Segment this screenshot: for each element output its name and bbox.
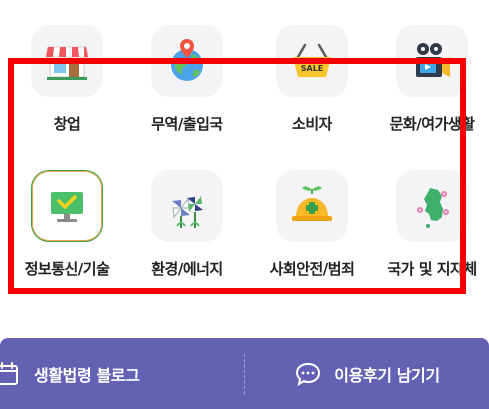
pinwheel-icon (172, 196, 203, 228)
category-environment-energy[interactable]: 환경/에너지 (117, 170, 257, 320)
storefront-icon (45, 46, 89, 80)
sale-basket-icon: SALE (293, 43, 331, 77)
category-tile[interactable] (151, 25, 223, 97)
film-camera-icon (416, 43, 450, 77)
category-culture-leisure[interactable]: 문화/여가생활 (362, 25, 489, 175)
category-state-local-gov[interactable]: 국가 및 지자체 (362, 170, 489, 320)
category-tile[interactable] (276, 170, 348, 242)
chat-bubble-icon (296, 362, 321, 386)
category-consumer[interactable]: SALE 소비자 (242, 25, 382, 175)
category-label: 환경/에너지 (151, 260, 223, 278)
safety-helmet-icon (292, 186, 332, 221)
monitor-check-icon (51, 192, 83, 222)
category-tile[interactable]: SALE (276, 25, 348, 97)
review-label: 이용후기 남기기 (334, 365, 440, 385)
category-trade-immigration[interactable]: 무역/출입국 (117, 25, 257, 175)
category-tile[interactable] (396, 25, 468, 97)
category-label: 국가 및 지자체 (387, 260, 477, 278)
category-tile[interactable] (151, 170, 223, 242)
category-label: 소비자 (292, 115, 332, 133)
category-tile[interactable] (396, 170, 468, 242)
calendar-icon (0, 361, 18, 385)
category-tile[interactable] (31, 25, 103, 97)
category-label: 정보통신/기술 (24, 260, 110, 278)
category-screen: 창업 무역/출입국 SALE 소비자 문화/여가생활 정보통신/기술 환경/에너… (0, 0, 489, 409)
bottom-action-bar: 생활법령 블로그 이용후기 남기기 (0, 338, 489, 409)
globe-pin-icon (171, 39, 203, 81)
sale-text: SALE (301, 64, 324, 73)
korea-map-icon (417, 188, 449, 228)
category-label: 무역/출입국 (151, 115, 223, 133)
blog-button[interactable]: 생활법령 블로그 (0, 338, 244, 409)
category-tile[interactable] (31, 170, 103, 242)
blog-label: 생활법령 블로그 (34, 365, 140, 385)
category-safety-crime[interactable]: 사회안전/범죄 (242, 170, 382, 320)
category-label: 문화/여가생활 (389, 115, 475, 133)
category-label: 사회안전/범죄 (269, 260, 355, 278)
category-label: 창업 (53, 115, 81, 133)
review-button[interactable]: 이용후기 남기기 (245, 338, 489, 409)
